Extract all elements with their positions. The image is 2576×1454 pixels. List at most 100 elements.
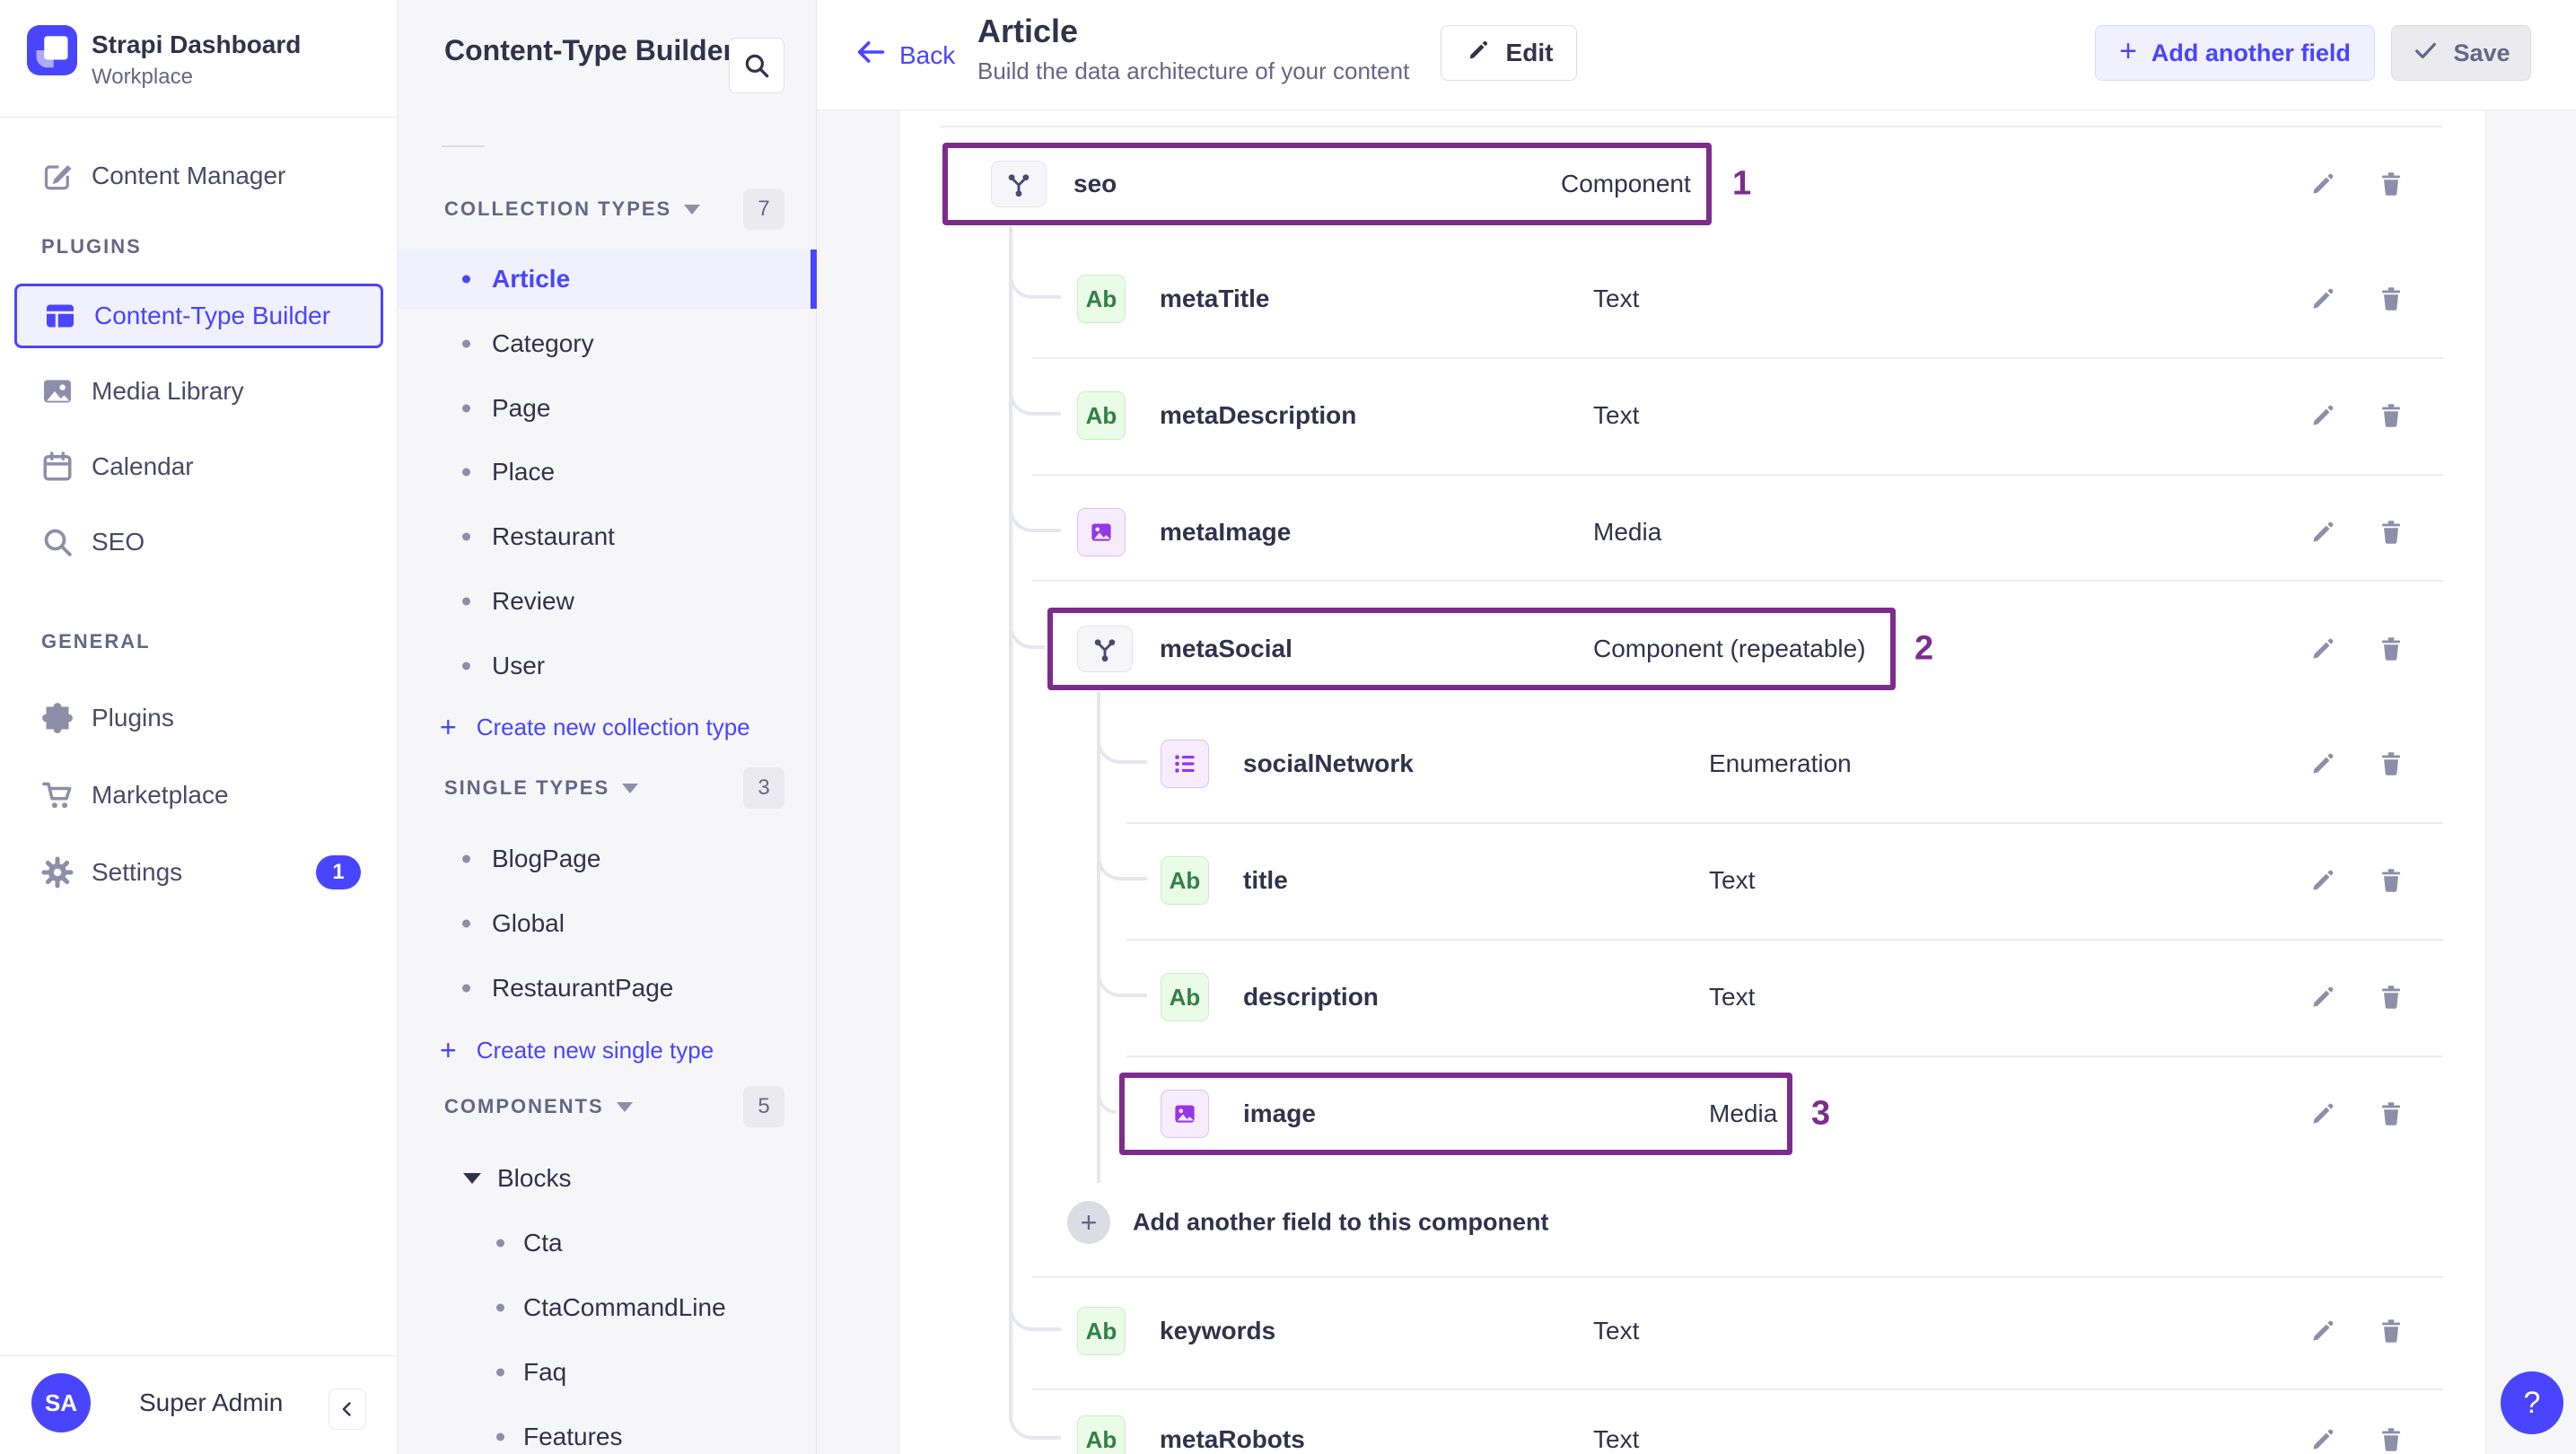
component-item-features[interactable]: Features (398, 1410, 817, 1454)
create-new-link[interactable]: + Create new collection type (440, 713, 750, 741)
chevron-down-icon (616, 1101, 633, 1112)
tree-elbow-line (1097, 956, 1147, 997)
bullet-icon (462, 339, 470, 348)
content-type-item-global[interactable]: Global (398, 894, 817, 953)
add-field-to-component-button[interactable]: + (1067, 1201, 1110, 1244)
group-header[interactable]: COLLECTION TYPES (444, 197, 701, 221)
sidebar-item-marketplace[interactable]: Marketplace (0, 763, 398, 828)
field-name: metaTitle (1160, 285, 1270, 312)
field-type: Media (1593, 518, 1662, 546)
group-header[interactable]: COMPONENTS (444, 1095, 633, 1118)
content-type-item-article[interactable]: Article (398, 250, 817, 309)
chevron-down-icon (622, 783, 639, 793)
delete-field-button[interactable] (2371, 629, 2411, 669)
edit-field-button[interactable] (2303, 744, 2343, 784)
edit-field-button[interactable] (2303, 396, 2343, 435)
content-type-label: Article (492, 265, 571, 293)
selected-indicator (810, 250, 817, 309)
search-button[interactable] (729, 38, 784, 93)
component-label: CtaCommandLine (523, 1293, 726, 1321)
delete-field-button[interactable] (2371, 744, 2411, 784)
edit-field-button[interactable] (2303, 977, 2343, 1017)
text-icon: Ab (1077, 1415, 1126, 1454)
puzzle-icon (39, 700, 75, 736)
sidebar-item-label: Marketplace (92, 781, 229, 809)
row-divider (1032, 1276, 2443, 1278)
back-link[interactable]: Back (854, 36, 955, 74)
edit-label: Edit (1505, 39, 1554, 66)
tree-elbow-line (1097, 839, 1147, 880)
field-name: title (1243, 866, 1288, 894)
field-name: metaRobots (1160, 1425, 1305, 1453)
row-divider (1126, 822, 2443, 824)
field-type: Text (1593, 401, 1640, 429)
content-type-item-user[interactable]: User (398, 636, 817, 696)
delete-field-button[interactable] (2371, 512, 2411, 552)
builder-sidebar: Content-Type Builder COLLECTION TYPES 7 Ar… (398, 0, 817, 1454)
tree-elbow-line (1097, 723, 1147, 764)
content-type-item-category[interactable]: Category (398, 314, 817, 373)
delete-field-button[interactable] (2371, 164, 2411, 204)
sidebar-item-calendar[interactable]: Calendar (0, 434, 398, 499)
content-type-item-blogpage[interactable]: BlogPage (398, 829, 817, 889)
enumeration-icon (1161, 740, 1209, 788)
create-new-link[interactable]: + Create new single type (440, 1036, 714, 1064)
edit-field-button[interactable] (2303, 861, 2343, 900)
delete-field-button[interactable] (2371, 1311, 2411, 1351)
strapi-logo-icon[interactable] (27, 25, 77, 75)
sidebar-item-settings[interactable]: Settings 1 (0, 840, 398, 905)
annotation-number: 2 (1914, 629, 1934, 668)
delete-field-button[interactable] (2371, 1420, 2411, 1454)
edit-field-button[interactable] (2303, 1420, 2343, 1454)
delete-field-button[interactable] (2371, 1094, 2411, 1134)
collapse-sidebar-button[interactable] (329, 1388, 366, 1430)
edit-field-button[interactable] (2303, 1094, 2343, 1134)
sidebar-item-label: Plugins (92, 704, 174, 731)
sidebar-item-seo[interactable]: SEO (0, 510, 398, 574)
content-type-label: RestaurantPage (492, 974, 674, 1002)
sidebar-item-plugins[interactable]: Plugins (0, 686, 398, 750)
component-item-faq[interactable]: Faq (398, 1345, 817, 1399)
content-type-item-place[interactable]: Place (398, 442, 817, 502)
content-type-label: Page (492, 394, 551, 422)
sidebar-item-content-type-builder[interactable]: Content-Type Builder (14, 284, 383, 348)
component-label: Faq (523, 1358, 567, 1386)
avatar[interactable]: SA (31, 1373, 91, 1432)
help-button[interactable]: ? (2501, 1371, 2563, 1434)
component-item-ctacommandline[interactable]: CtaCommandLine (398, 1281, 817, 1335)
delete-field-button[interactable] (2371, 279, 2411, 319)
content-type-item-page[interactable]: Page (398, 379, 817, 438)
field-type: Text (1593, 1425, 1640, 1453)
component-category-blocks[interactable]: Blocks (463, 1164, 571, 1193)
edit-field-button[interactable] (2303, 1311, 2343, 1351)
content-type-item-restaurant[interactable]: Restaurant (398, 507, 817, 566)
content-type-item-review[interactable]: Review (398, 572, 817, 631)
pen-square-icon (39, 158, 75, 194)
media-icon (1161, 1090, 1209, 1138)
edit-field-button[interactable] (2303, 512, 2343, 552)
delete-field-button[interactable] (2371, 977, 2411, 1017)
content-type-item-restaurantpage[interactable]: RestaurantPage (398, 959, 817, 1018)
bullet-icon (496, 1368, 504, 1377)
group-header[interactable]: SINGLE TYPES (444, 776, 639, 800)
save-button[interactable]: Save (2391, 25, 2531, 81)
tree-elbow-line (1009, 258, 1061, 299)
divider (0, 117, 398, 118)
tree-elbow-line (1009, 1290, 1061, 1331)
bullet-icon (462, 919, 470, 928)
edit-field-button[interactable] (2303, 279, 2343, 319)
add-field-to-component-label: Add another field to this component (1133, 1208, 1549, 1236)
edit-button[interactable]: Edit (1441, 25, 1577, 81)
component-label: Features (523, 1423, 623, 1450)
bullet-icon (496, 1432, 504, 1441)
edit-field-button[interactable] (2303, 164, 2343, 204)
delete-field-button[interactable] (2371, 396, 2411, 435)
add-another-field-button[interactable]: + Add another field (2095, 25, 2375, 81)
component-item-cta[interactable]: Cta (398, 1216, 817, 1270)
sidebar-item-media-library[interactable]: Media Library (0, 359, 398, 424)
delete-field-button[interactable] (2371, 861, 2411, 900)
sidebar-item-content-manager[interactable]: Content Manager (0, 144, 398, 208)
edit-field-button[interactable] (2303, 629, 2343, 669)
media-icon (1077, 508, 1126, 556)
create-new-label: Create new single type (476, 1036, 714, 1064)
